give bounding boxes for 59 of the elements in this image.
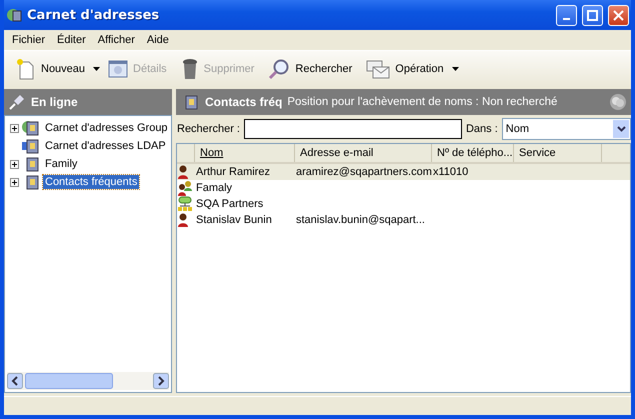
toolbar-button[interactable]: Opération (360, 56, 450, 82)
column-header[interactable]: Service (514, 144, 602, 162)
pane-title: En ligne (31, 95, 78, 109)
scope-dropdown[interactable]: Nom (502, 118, 631, 140)
expand-icon[interactable] (10, 160, 19, 168)
plug-icon (8, 93, 26, 111)
scope-label: Dans : (466, 123, 498, 135)
expand-icon[interactable] (10, 124, 19, 132)
tree-item[interactable]: Contacts fréquents (43, 175, 140, 189)
search-icon (268, 58, 290, 80)
menu-item[interactable]: Aide (140, 34, 175, 46)
scroll-right-icon[interactable] (153, 373, 169, 389)
table-cell: aramirez@sqapartners.com (295, 166, 432, 178)
caret-icon[interactable] (452, 67, 459, 71)
table-cell: SQA Partners (195, 198, 264, 210)
chevron-down-icon (616, 126, 626, 132)
people-icon (177, 180, 193, 196)
close-icon (613, 10, 624, 20)
column-header[interactable]: Nº de télépho... (432, 144, 514, 162)
maximize-button[interactable] (582, 4, 603, 26)
horizontal-scrollbar[interactable] (7, 372, 169, 390)
person-icon (177, 164, 189, 180)
trash-can-icon (180, 58, 199, 80)
tree-item[interactable]: Carnet d'adresses Group (43, 121, 170, 135)
menu-item[interactable]: Éditer (51, 34, 92, 46)
status-text: Position pour l'achèvement de noms : Non recherché (287, 96, 558, 108)
search-field[interactable] (244, 119, 462, 139)
maximize-icon (587, 10, 598, 20)
menu-item[interactable]: Fichier (6, 34, 52, 46)
table-cell: Famaly (195, 182, 232, 194)
expand-icon[interactable] (10, 178, 19, 186)
address-book-server-icon (21, 137, 41, 155)
table-cell: Stanislav Bunin (195, 214, 272, 226)
table-cell: Arthur Ramirez (195, 166, 270, 178)
tree-item[interactable]: Family (43, 157, 80, 171)
minimize-button[interactable] (556, 4, 577, 26)
table-cell: stanislav.bunin@sqapart... (295, 214, 425, 226)
tree-item[interactable]: Carnet d'adresses LDAP (43, 139, 168, 153)
pane-title: Contacts fréq (205, 95, 282, 109)
contact-row[interactable]: Arthur Ramirez aramirez@sqapartners.comx11010 (177, 164, 630, 180)
organization-chart-icon (177, 196, 193, 212)
toolbar-button[interactable]: Nouveau (10, 56, 92, 82)
person-icon (177, 212, 189, 228)
table-cell: x11010 (432, 166, 468, 178)
address-book-app-icon (6, 7, 22, 23)
new-document-icon (16, 58, 36, 80)
column-header[interactable]: Adresse e-mail (295, 144, 432, 162)
toolbar-button[interactable]: Rechercher (262, 56, 358, 82)
window-title: Carnet d'adresses (27, 8, 160, 22)
caret-icon[interactable] (93, 67, 100, 71)
minimize-icon (563, 18, 570, 20)
search-label: Rechercher : (177, 123, 240, 135)
card-icon (108, 59, 128, 79)
envelope-icon (366, 58, 390, 80)
menu-item[interactable]: Afficher (92, 34, 141, 46)
column-header[interactable]: Nom (195, 144, 295, 162)
close-button[interactable] (608, 4, 629, 26)
scroll-left-icon[interactable] (7, 373, 23, 389)
address-book-group-icon (21, 119, 41, 137)
